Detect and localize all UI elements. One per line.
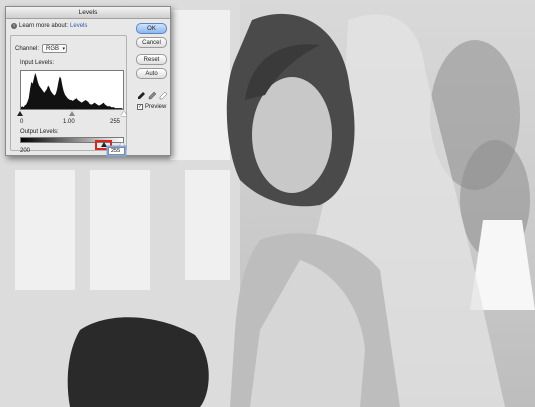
gray-eyedropper-icon[interactable] xyxy=(148,92,156,100)
input-gamma-value[interactable]: 1.00 xyxy=(63,119,75,125)
input-white-value[interactable]: 255 xyxy=(110,119,120,125)
white-eyedropper-icon[interactable] xyxy=(159,92,167,100)
input-white-handle[interactable] xyxy=(121,111,127,116)
help-icon: ? xyxy=(11,23,17,29)
auto-button[interactable]: Auto xyxy=(136,68,167,79)
preview-checkbox[interactable]: ✓ xyxy=(137,104,143,110)
levels-dialog: Levels ? Learn more about: Levels Channe… xyxy=(5,6,171,156)
output-black-handle[interactable] xyxy=(101,142,107,147)
reset-button[interactable]: Reset xyxy=(136,54,167,65)
channel-select[interactable]: RGB xyxy=(42,44,68,53)
dialog-title: Levels xyxy=(6,7,170,19)
preview-label: Preview xyxy=(145,104,167,110)
ok-button[interactable]: OK xyxy=(136,23,167,34)
input-slider[interactable] xyxy=(17,111,127,116)
output-white-field[interactable]: 255 xyxy=(108,147,125,155)
channel-label: Channel: xyxy=(15,45,40,52)
input-black-handle[interactable] xyxy=(17,111,23,116)
histogram xyxy=(20,70,124,110)
learn-more-row: ? Learn more about: Levels xyxy=(11,23,87,29)
histogram-shape xyxy=(21,72,123,109)
output-levels-label: Output Levels: xyxy=(20,129,59,135)
input-black-value[interactable]: 0 xyxy=(20,119,23,125)
learn-more-text: Learn more about: xyxy=(19,23,69,29)
output-black-value[interactable]: 200 xyxy=(20,148,30,154)
input-gamma-handle[interactable] xyxy=(69,111,75,116)
channel-row: Channel: RGB xyxy=(15,44,68,53)
input-levels-label: Input Levels: xyxy=(20,60,55,66)
cancel-button[interactable]: Cancel xyxy=(136,37,167,48)
black-eyedropper-icon[interactable] xyxy=(137,92,145,100)
preview-row[interactable]: ✓ Preview xyxy=(137,104,166,110)
learn-more-link[interactable]: Levels xyxy=(70,23,87,29)
